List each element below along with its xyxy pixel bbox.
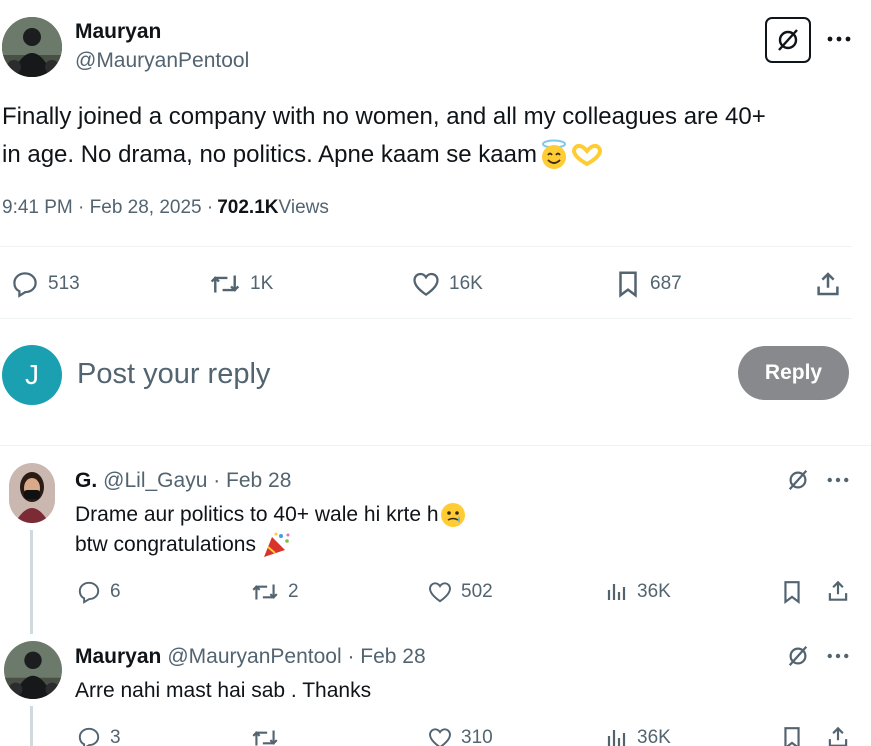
reply-1-name[interactable]: G.	[75, 469, 97, 493]
party-popper-emoji	[263, 532, 290, 557]
divider-actions	[0, 318, 852, 319]
more-dots-icon	[827, 653, 849, 659]
reply-1-line-2: btw congratulations	[75, 533, 256, 556]
reply-1-more-button[interactable]	[827, 477, 849, 483]
reply-1-reply-action[interactable]: 6	[76, 579, 121, 605]
grok-button[interactable]	[765, 17, 811, 63]
reply-icon	[78, 727, 100, 746]
bookmark-icon	[619, 271, 637, 298]
reply-1-handle-date[interactable]: @Lil_Gayu · Feb 28	[103, 469, 291, 493]
more-options-button[interactable]	[825, 28, 853, 50]
repost-action[interactable]: 1K	[208, 269, 273, 299]
thread-line-1	[30, 530, 33, 634]
share-button[interactable]	[812, 268, 844, 300]
grok-icon	[788, 470, 808, 490]
bookmark-icon	[784, 727, 800, 746]
reply-2-like-count: 310	[461, 727, 493, 746]
views-icon	[607, 730, 626, 746]
author-avatar[interactable]	[2, 17, 62, 77]
reply-1-views-count: 36K	[637, 581, 671, 602]
bookmark-count: 687	[650, 273, 682, 294]
like-action[interactable]: 16K	[411, 269, 483, 299]
reply-2-more-button[interactable]	[827, 653, 849, 659]
reply-2-text: Arre nahi mast hai sab . Thanks	[75, 679, 372, 702]
reply-1-repost-count: 2	[288, 581, 299, 602]
reply-2-header: Mauryan @MauryanPentool · Feb 28	[75, 645, 426, 669]
more-dots-icon	[827, 477, 849, 483]
heart-icon	[429, 728, 451, 746]
reply-1-like-count: 502	[461, 581, 493, 602]
reply-1-grok-button[interactable]	[786, 468, 810, 492]
rider-photo	[4, 641, 62, 699]
reply-2-reply-action[interactable]: 3	[76, 725, 121, 746]
reply-action[interactable]: 513	[10, 269, 80, 299]
bookmark-action[interactable]: 687	[614, 269, 682, 299]
share-icon	[828, 726, 848, 746]
reply-1-bookmark-button[interactable]	[780, 578, 804, 606]
reply-button[interactable]: Reply	[738, 346, 849, 400]
share-icon	[828, 580, 848, 601]
reply-2-name[interactable]: Mauryan	[75, 645, 161, 669]
reply-1-line-1: Drame aur politics to 40+ wale hi krte h	[75, 503, 439, 526]
grok-icon	[778, 29, 798, 51]
tweet-text-line-2: in age. No drama, no politics. Apne kaam…	[2, 141, 537, 168]
bookmark-icon	[784, 581, 800, 604]
more-dots-icon	[827, 36, 851, 42]
views-icon	[607, 584, 626, 600]
reply-1-like-action[interactable]: 502	[427, 579, 493, 605]
reply-button-label: Reply	[764, 361, 823, 384]
reply-2-handle-date[interactable]: @MauryanPentool · Feb 28	[167, 645, 425, 669]
repost-icon	[252, 584, 278, 600]
reply-icon	[13, 272, 37, 298]
reply-input[interactable]	[77, 352, 717, 396]
reply-1-header: G. @Lil_Gayu · Feb 28	[75, 469, 291, 493]
reply-2-bookmark-button[interactable]	[780, 724, 804, 746]
repost-icon	[252, 730, 278, 746]
repost-count: 1K	[250, 273, 274, 294]
reply-2-like-action[interactable]: 310	[427, 725, 493, 746]
divider-top	[0, 246, 852, 247]
reply-1-text: Drame aur politics to 40+ wale hi krte h…	[75, 500, 467, 560]
reply-2-reply-count: 3	[110, 727, 121, 746]
grok-icon	[788, 646, 808, 666]
composer-avatar-letter: J	[25, 359, 39, 390]
like-count: 16K	[449, 273, 483, 294]
composer-avatar: J	[2, 345, 62, 405]
reply-2-repost-action[interactable]	[250, 725, 288, 746]
author-handle[interactable]: @MauryanPentool	[75, 49, 249, 73]
repost-icon	[210, 275, 240, 293]
views-label: Views	[278, 197, 329, 218]
author-name[interactable]: Mauryan	[75, 20, 161, 44]
reply-2-share-button[interactable]	[825, 724, 851, 746]
reply-icon	[78, 581, 100, 604]
tweet-timestamp: 9:41 PM · Feb 28, 2025 · 702.1K Views	[2, 197, 329, 219]
heart-hands-emoji	[572, 143, 602, 167]
heart-icon	[413, 272, 439, 296]
reply-1-reply-count: 6	[110, 581, 121, 602]
share-icon	[817, 272, 839, 296]
reply-count: 513	[48, 273, 80, 294]
reply-1-views-action[interactable]: 36K	[605, 579, 671, 605]
views-count: 702.1K	[217, 197, 279, 218]
user-photo	[9, 463, 55, 523]
reply-1-avatar[interactable]	[9, 463, 55, 523]
reply-2-grok-button[interactable]	[786, 644, 810, 668]
thread-line-2	[30, 706, 33, 746]
timestamp-text[interactable]: 9:41 PM · Feb 28, 2025 ·	[2, 197, 213, 219]
reply-1-repost-action[interactable]: 2	[250, 579, 299, 605]
tear-smile-emoji	[440, 503, 465, 527]
reply-2-avatar[interactable]	[4, 641, 62, 699]
heart-icon	[429, 582, 451, 603]
halo-smile-emoji	[541, 139, 566, 169]
tweet-text-line-1: Finally joined a company with no women, …	[2, 103, 766, 130]
divider-composer	[0, 445, 871, 446]
rider-photo	[2, 17, 62, 77]
tweet-text: Finally joined a company with no women, …	[2, 98, 862, 174]
reply-2-views-action[interactable]: 36K	[605, 725, 671, 746]
reply-2-views-count: 36K	[637, 727, 671, 746]
reply-1-share-button[interactable]	[825, 578, 851, 604]
